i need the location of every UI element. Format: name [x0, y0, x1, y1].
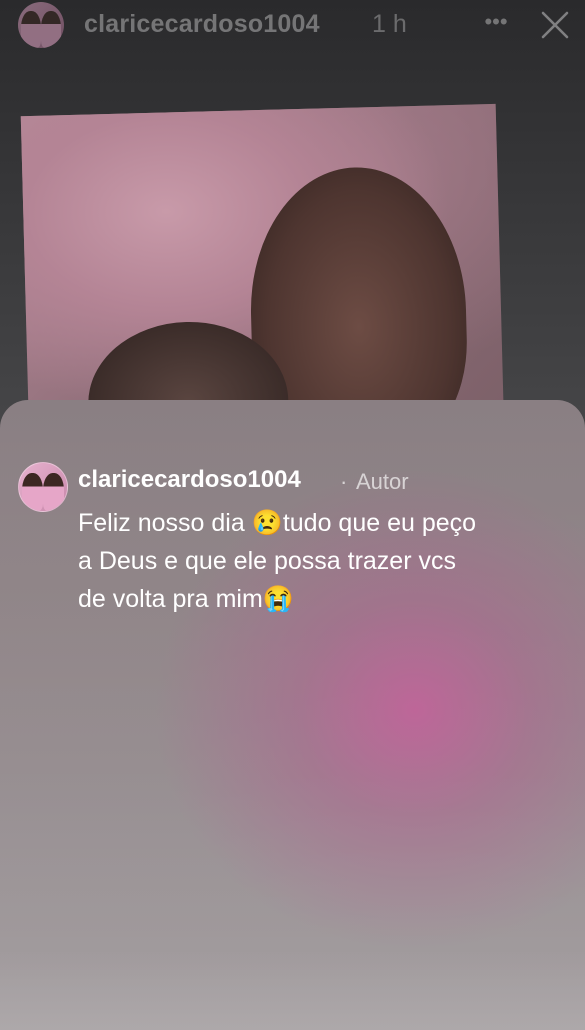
story-timestamp: 1 h	[372, 10, 407, 38]
story-photo	[20, 103, 505, 447]
close-icon[interactable]	[540, 10, 570, 40]
story-username[interactable]: claricecardoso1004	[84, 10, 320, 39]
bottom-fade	[0, 950, 585, 1030]
comment-separator: ·	[340, 469, 348, 494]
comment-avatar[interactable]	[18, 462, 68, 512]
comment-text: Feliz nosso dia 😢tudo que eu peço a Deus…	[78, 509, 477, 613]
comment-author[interactable]: claricecardoso1004	[78, 466, 301, 494]
comments-sheet: claricecardoso1004 · Autor Feliz nosso d…	[0, 400, 585, 1030]
ellipsis-icon[interactable]: •••	[482, 8, 510, 36]
avatar[interactable]	[18, 2, 64, 48]
sheet-shade	[0, 400, 585, 1030]
author-badge: Autor	[356, 469, 409, 494]
story-header: claricecardoso1004 1 h •••	[0, 0, 585, 52]
